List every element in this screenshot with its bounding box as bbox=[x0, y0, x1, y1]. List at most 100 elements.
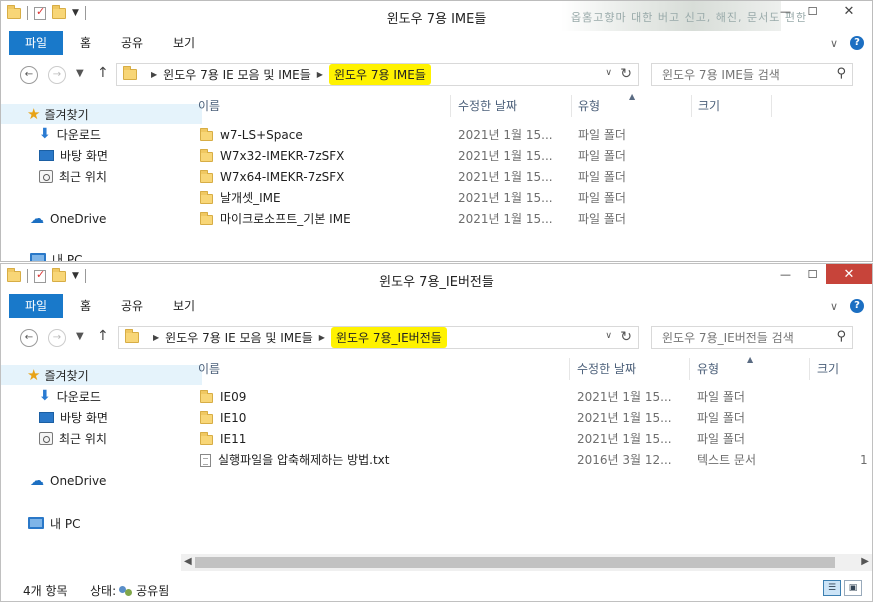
folder-icon bbox=[200, 211, 213, 225]
expand-ribbon-icon[interactable]: ∨ bbox=[830, 37, 838, 50]
column-header-name[interactable]: 이름 bbox=[198, 95, 220, 117]
chevron-right-icon[interactable]: ▶ bbox=[317, 70, 323, 79]
breadcrumb-item-current[interactable]: 윈도우 7용_IE버전들 bbox=[330, 327, 447, 348]
column-divider[interactable] bbox=[771, 95, 772, 117]
scrollbar-thumb[interactable] bbox=[195, 557, 835, 568]
maximize-button[interactable]: ☐ bbox=[799, 1, 826, 21]
file-row[interactable]: 실행파일을 압축해제하는 방법.txt 2016년 3월 12... 텍스트 문… bbox=[181, 450, 872, 471]
folder-icon bbox=[125, 329, 139, 343]
shared-users-icon bbox=[118, 585, 134, 598]
tab-file[interactable]: 파일 bbox=[9, 31, 63, 55]
help-icon[interactable]: ? bbox=[850, 36, 864, 50]
help-icon[interactable]: ? bbox=[850, 299, 864, 313]
file-row[interactable]: 마이크로소프트_기본 IME 2021년 1월 15... 파일 폴더 bbox=[181, 209, 872, 230]
sidebar-item-desktop[interactable]: 바탕 화면 bbox=[1, 407, 108, 427]
search-icon[interactable]: ⚲ bbox=[836, 66, 846, 81]
column-divider[interactable] bbox=[809, 358, 810, 380]
chevron-right-icon[interactable]: ▶ bbox=[153, 333, 159, 342]
window-title: 윈도우 7용_IE버전들 bbox=[379, 275, 494, 290]
column-header-date[interactable]: 수정한 날짜 bbox=[458, 95, 517, 117]
file-row[interactable]: IE11 2021년 1월 15... 파일 폴더 bbox=[181, 429, 872, 450]
sidebar-item-favorites[interactable]: ★ 즐겨찾기 bbox=[1, 104, 202, 124]
sidebar-item-desktop[interactable]: 바탕 화면 bbox=[1, 145, 108, 165]
up-arrow-icon[interactable]: ↑ bbox=[97, 65, 109, 81]
search-input[interactable] bbox=[660, 330, 824, 346]
file-name: w7-LS+Space bbox=[220, 128, 303, 142]
search-box[interactable]: ⚲ bbox=[651, 63, 853, 86]
forward-button[interactable]: → bbox=[48, 329, 66, 347]
navigation-bar: ← → ▼ ↑ ▶ 윈도우 7용 IE 모음 및 IME들 ▶ 윈도우 7용 I… bbox=[1, 57, 872, 95]
tab-view[interactable]: 보기 bbox=[173, 294, 195, 318]
horizontal-scrollbar[interactable]: ◀ ▶ bbox=[181, 554, 872, 571]
column-header-size[interactable]: 크기 bbox=[817, 358, 839, 380]
column-header-type[interactable]: 유형 bbox=[578, 95, 600, 117]
chevron-right-icon[interactable]: ▶ bbox=[151, 70, 157, 79]
back-button[interactable]: ← bbox=[20, 329, 38, 347]
breadcrumb-item[interactable]: 윈도우 7용 IE 모음 및 IME들 bbox=[165, 329, 313, 346]
close-button[interactable]: ✕ bbox=[826, 1, 872, 21]
sidebar-item-recent[interactable]: 최근 위치 bbox=[1, 166, 107, 186]
column-divider[interactable] bbox=[691, 95, 692, 117]
recent-locations-icon[interactable]: ▼ bbox=[76, 331, 84, 342]
minimize-button[interactable]: — bbox=[772, 1, 799, 21]
search-icon[interactable]: ⚲ bbox=[836, 329, 846, 344]
tab-file[interactable]: 파일 bbox=[9, 294, 63, 318]
address-history-icon[interactable]: ∨ bbox=[605, 331, 612, 341]
up-arrow-icon[interactable]: ↑ bbox=[97, 328, 109, 344]
view-switcher: ☰ ▣ bbox=[823, 580, 862, 596]
address-history-icon[interactable]: ∨ bbox=[605, 68, 612, 78]
refresh-icon[interactable]: ↻ bbox=[620, 329, 632, 345]
file-row[interactable]: IE09 2021년 1월 15... 파일 폴더 bbox=[181, 387, 872, 408]
file-row[interactable]: w7-LS+Space 2021년 1월 15... 파일 폴더 bbox=[181, 125, 872, 146]
column-header-name[interactable]: 이름 bbox=[198, 358, 220, 380]
sidebar-item-downloads[interactable]: ⬇ 다운로드 bbox=[1, 124, 101, 144]
sidebar-item-onedrive[interactable]: ☁ OneDrive bbox=[1, 471, 106, 491]
tab-share[interactable]: 공유 bbox=[121, 294, 143, 318]
column-divider[interactable] bbox=[569, 358, 570, 380]
search-box[interactable]: ⚲ bbox=[651, 326, 853, 349]
refresh-icon[interactable]: ↻ bbox=[620, 66, 632, 82]
close-button[interactable]: ✕ bbox=[826, 264, 872, 284]
address-bar[interactable]: ▶ 윈도우 7용 IE 모음 및 IME들 ▶ 윈도우 7용 IME들 ∨ ↻ bbox=[116, 63, 639, 86]
sidebar-item-recent[interactable]: 최근 위치 bbox=[1, 428, 107, 448]
column-divider[interactable] bbox=[689, 358, 690, 380]
file-row[interactable]: 날개셋_IME 2021년 1월 15... 파일 폴더 bbox=[181, 188, 872, 209]
breadcrumb-item-current[interactable]: 윈도우 7용 IME들 bbox=[328, 64, 431, 85]
back-button[interactable]: ← bbox=[20, 66, 38, 84]
minimize-button[interactable]: — bbox=[772, 264, 799, 284]
download-icon: ⬇ bbox=[39, 388, 51, 404]
tab-home[interactable]: 홈 bbox=[80, 31, 91, 55]
expand-ribbon-icon[interactable]: ∨ bbox=[830, 300, 838, 313]
column-header-date[interactable]: 수정한 날짜 bbox=[577, 358, 636, 380]
tab-share[interactable]: 공유 bbox=[121, 31, 143, 55]
explorer-window-ime: ▼ 윈도우 7용 IME들 옵홈고향마 대한 버고 신고, 해진, 문서도 편한… bbox=[0, 0, 873, 262]
text-file-icon bbox=[200, 454, 211, 467]
search-input[interactable] bbox=[660, 67, 824, 83]
column-divider[interactable] bbox=[571, 95, 572, 117]
sidebar-item-thispc[interactable]: 내 PC bbox=[1, 513, 80, 533]
tab-view[interactable]: 보기 bbox=[173, 31, 195, 55]
sidebar-item-favorites[interactable]: ★ 즐겨찾기 bbox=[1, 365, 202, 385]
tab-home[interactable]: 홈 bbox=[80, 294, 91, 318]
chevron-right-icon[interactable]: ▶ bbox=[319, 333, 325, 342]
folder-icon bbox=[200, 190, 213, 204]
address-bar[interactable]: ▶ 윈도우 7용 IE 모음 및 IME들 ▶ 윈도우 7용_IE버전들 ∨ ↻ bbox=[118, 326, 639, 349]
forward-button[interactable]: → bbox=[48, 66, 66, 84]
details-view-icon[interactable]: ☰ bbox=[823, 580, 841, 596]
sidebar-item-thispc[interactable]: 내 PC bbox=[1, 249, 82, 261]
column-divider[interactable] bbox=[450, 95, 451, 117]
maximize-button[interactable]: ☐ bbox=[799, 264, 826, 284]
scroll-right-icon[interactable]: ▶ bbox=[861, 556, 869, 567]
sidebar-item-downloads[interactable]: ⬇ 다운로드 bbox=[1, 386, 101, 406]
column-header-type[interactable]: 유형 bbox=[697, 358, 719, 380]
file-date: 2021년 1월 15... bbox=[458, 149, 553, 163]
file-row[interactable]: W7x64-IMEKR-7zSFX 2021년 1월 15... 파일 폴더 bbox=[181, 167, 872, 188]
sidebar-item-onedrive[interactable]: ☁ OneDrive bbox=[1, 209, 106, 229]
recent-locations-icon[interactable]: ▼ bbox=[76, 68, 84, 79]
scroll-left-icon[interactable]: ◀ bbox=[184, 556, 192, 567]
column-header-size[interactable]: 크기 bbox=[698, 95, 720, 117]
large-icons-view-icon[interactable]: ▣ bbox=[844, 580, 862, 596]
breadcrumb-item[interactable]: 윈도우 7용 IE 모음 및 IME들 bbox=[163, 66, 311, 83]
file-row[interactable]: IE10 2021년 1월 15... 파일 폴더 bbox=[181, 408, 872, 429]
file-row[interactable]: W7x32-IMEKR-7zSFX 2021년 1월 15... 파일 폴더 bbox=[181, 146, 872, 167]
